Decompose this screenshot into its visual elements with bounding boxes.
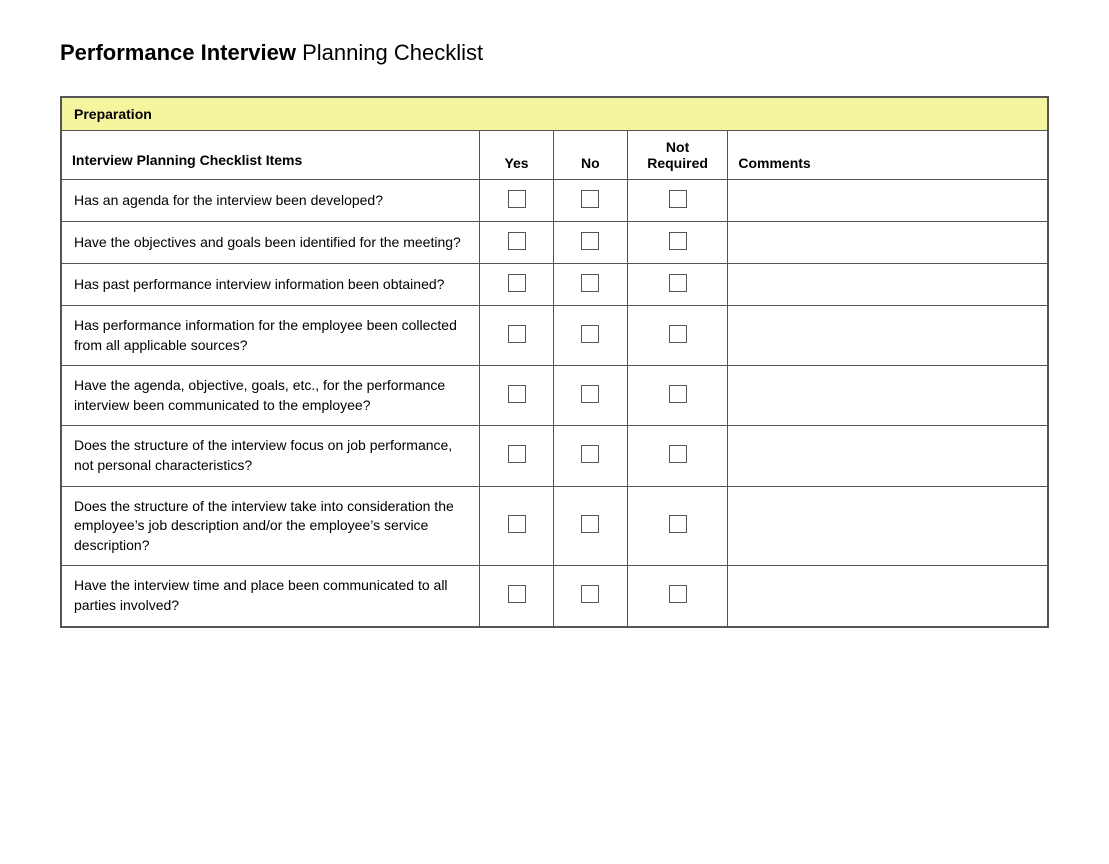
no-checkbox[interactable] [581, 515, 599, 533]
table-row: Has an agenda for the interview been dev… [61, 180, 1048, 222]
not-required-checkbox-cell [627, 222, 728, 264]
no-checkbox-cell [553, 264, 627, 306]
no-checkbox-cell [553, 366, 627, 426]
yes-checkbox-cell [480, 264, 554, 306]
comments-cell [728, 366, 1048, 426]
no-checkbox[interactable] [581, 190, 599, 208]
comments-cell [728, 264, 1048, 306]
checklist-item-text: Has performance information for the empl… [61, 306, 480, 366]
yes-checkbox-cell [480, 222, 554, 264]
yes-checkbox[interactable] [508, 585, 526, 603]
col-header-not-required: NotRequired [627, 131, 728, 180]
yes-checkbox[interactable] [508, 190, 526, 208]
yes-checkbox-cell [480, 180, 554, 222]
table-row: Does the structure of the interview focu… [61, 426, 1048, 486]
checklist-item-text: Have the interview time and place been c… [61, 566, 480, 627]
yes-checkbox-cell [480, 426, 554, 486]
no-checkbox[interactable] [581, 445, 599, 463]
comments-cell [728, 306, 1048, 366]
no-checkbox-cell [553, 306, 627, 366]
comments-cell [728, 486, 1048, 566]
no-checkbox[interactable] [581, 585, 599, 603]
yes-checkbox-cell [480, 366, 554, 426]
checklist-item-text: Has past performance interview informati… [61, 264, 480, 306]
no-checkbox-cell [553, 180, 627, 222]
no-checkbox[interactable] [581, 385, 599, 403]
not-required-checkbox-cell [627, 486, 728, 566]
no-checkbox[interactable] [581, 274, 599, 292]
no-checkbox-cell [553, 486, 627, 566]
not-required-checkbox[interactable] [669, 585, 687, 603]
yes-checkbox-cell [480, 306, 554, 366]
no-checkbox[interactable] [581, 232, 599, 250]
checklist-item-text: Has an agenda for the interview been dev… [61, 180, 480, 222]
checklist-item-text: Have the agenda, objective, goals, etc.,… [61, 366, 480, 426]
table-row: Has performance information for the empl… [61, 306, 1048, 366]
col-header-comments: Comments [728, 131, 1048, 180]
yes-checkbox[interactable] [508, 274, 526, 292]
checklist-table: Preparation Interview Planning Checklist… [60, 96, 1049, 628]
table-row: Does the structure of the interview take… [61, 486, 1048, 566]
no-checkbox-cell [553, 426, 627, 486]
col-header-item: Interview Planning Checklist Items [61, 131, 480, 180]
checklist-item-text: Have the objectives and goals been ident… [61, 222, 480, 264]
table-row: Have the agenda, objective, goals, etc.,… [61, 366, 1048, 426]
col-header-yes: Yes [480, 131, 554, 180]
table-row: Have the objectives and goals been ident… [61, 222, 1048, 264]
yes-checkbox[interactable] [508, 232, 526, 250]
not-required-checkbox[interactable] [669, 232, 687, 250]
yes-checkbox[interactable] [508, 515, 526, 533]
no-checkbox[interactable] [581, 325, 599, 343]
comments-cell [728, 566, 1048, 627]
not-required-checkbox-cell [627, 366, 728, 426]
not-required-checkbox[interactable] [669, 274, 687, 292]
table-row: Have the interview time and place been c… [61, 566, 1048, 627]
comments-cell [728, 222, 1048, 264]
yes-checkbox[interactable] [508, 445, 526, 463]
not-required-checkbox-cell [627, 426, 728, 486]
yes-checkbox-cell [480, 566, 554, 627]
col-header-no: No [553, 131, 627, 180]
not-required-checkbox[interactable] [669, 445, 687, 463]
not-required-checkbox[interactable] [669, 515, 687, 533]
not-required-checkbox-cell [627, 566, 728, 627]
page-title: Performance Interview Planning Checklist [60, 40, 1049, 66]
not-required-checkbox-cell [627, 180, 728, 222]
no-checkbox-cell [553, 222, 627, 264]
not-required-checkbox[interactable] [669, 385, 687, 403]
yes-checkbox-cell [480, 486, 554, 566]
comments-cell [728, 180, 1048, 222]
checklist-item-text: Does the structure of the interview take… [61, 486, 480, 566]
not-required-checkbox-cell [627, 264, 728, 306]
not-required-checkbox[interactable] [669, 190, 687, 208]
yes-checkbox[interactable] [508, 385, 526, 403]
yes-checkbox[interactable] [508, 325, 526, 343]
comments-cell [728, 426, 1048, 486]
not-required-checkbox[interactable] [669, 325, 687, 343]
section-header: Preparation [61, 97, 1048, 131]
not-required-checkbox-cell [627, 306, 728, 366]
no-checkbox-cell [553, 566, 627, 627]
table-row: Has past performance interview informati… [61, 264, 1048, 306]
checklist-item-text: Does the structure of the interview focu… [61, 426, 480, 486]
